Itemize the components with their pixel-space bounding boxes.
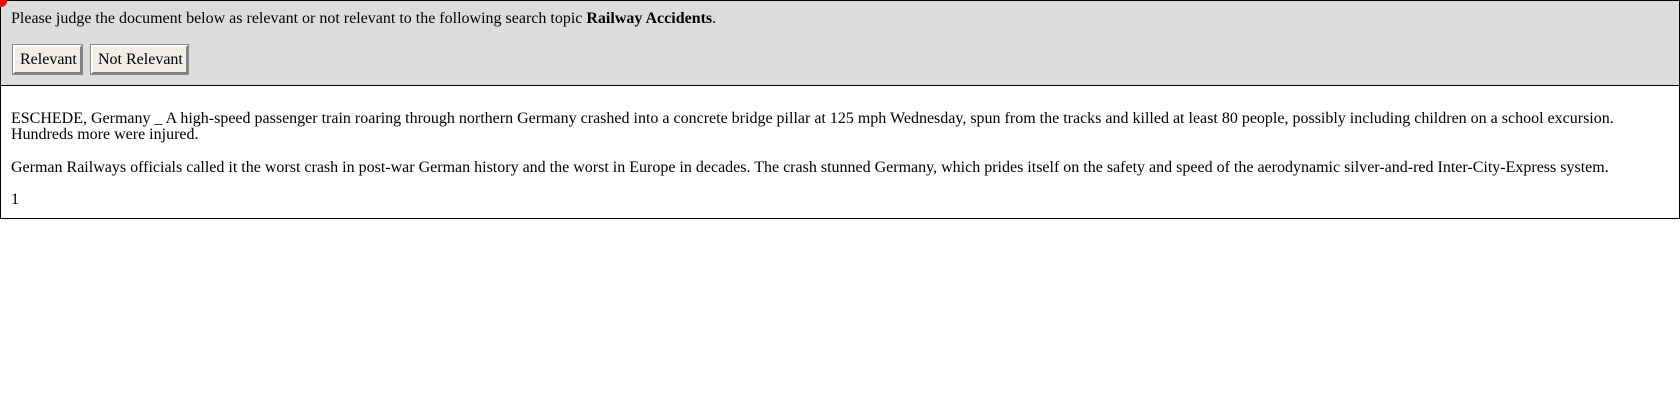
document-paragraph: ESCHEDE, Germany _ A high-speed passenge… [11, 110, 1614, 143]
cursor-dot-icon [0, 0, 7, 7]
judgment-prompt: Please judge the document below as relev… [11, 10, 716, 28]
not-relevant-button[interactable]: Not Relevant [90, 44, 189, 75]
prompt-period: . [712, 10, 717, 27]
search-topic: Railway Accidents [586, 10, 713, 27]
prompt-text: Please judge the document below as relev… [11, 10, 587, 27]
document-panel: ESCHEDE, Germany _ A high-speed passenge… [0, 85, 1680, 219]
judgment-panel: Please judge the document below as relev… [0, 0, 1680, 86]
document-paragraph: German Railways officials called it the … [11, 159, 1609, 176]
page-number: 1 [11, 191, 19, 208]
relevant-button[interactable]: Relevant [12, 44, 83, 75]
